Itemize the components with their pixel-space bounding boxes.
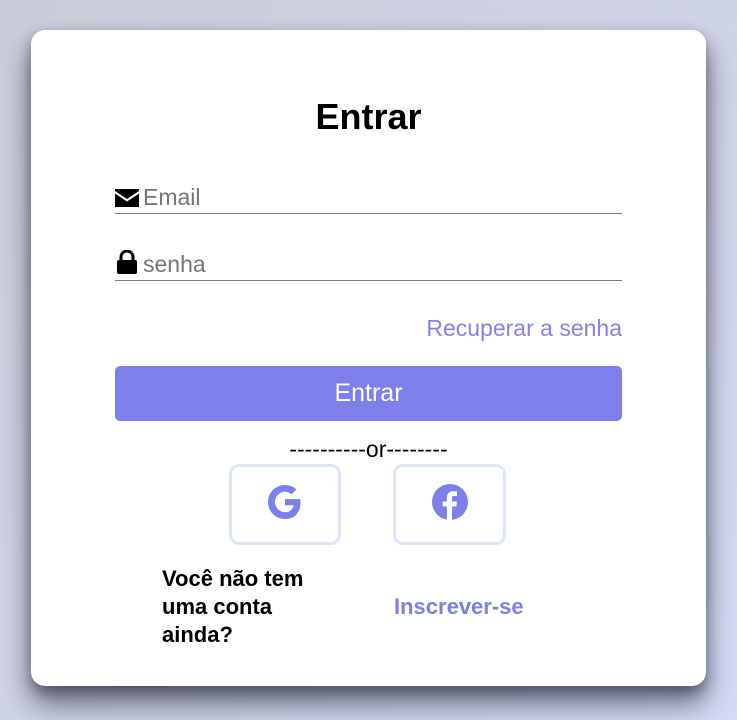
email-field [115, 179, 622, 214]
login-button[interactable]: Entrar [115, 366, 622, 421]
google-icon [266, 483, 304, 526]
login-card: Entrar Recuperar a senha Entrar --------… [31, 30, 706, 686]
lock-icon [115, 250, 139, 274]
signup-prompt-text: Você não tem uma conta ainda? [162, 566, 304, 647]
password-field [115, 246, 622, 281]
facebook-icon [431, 483, 469, 526]
signup-link[interactable]: Inscrever-se [394, 593, 524, 621]
envelope-icon [115, 183, 139, 207]
password-input[interactable] [143, 250, 613, 278]
page-title: Entrar [315, 96, 422, 137]
forgot-password-link[interactable]: Recuperar a senha [426, 313, 622, 343]
facebook-login-button[interactable] [393, 464, 506, 545]
or-divider: ----------or-------- [289, 436, 448, 462]
google-login-button[interactable] [229, 464, 341, 545]
email-input[interactable] [143, 183, 613, 211]
